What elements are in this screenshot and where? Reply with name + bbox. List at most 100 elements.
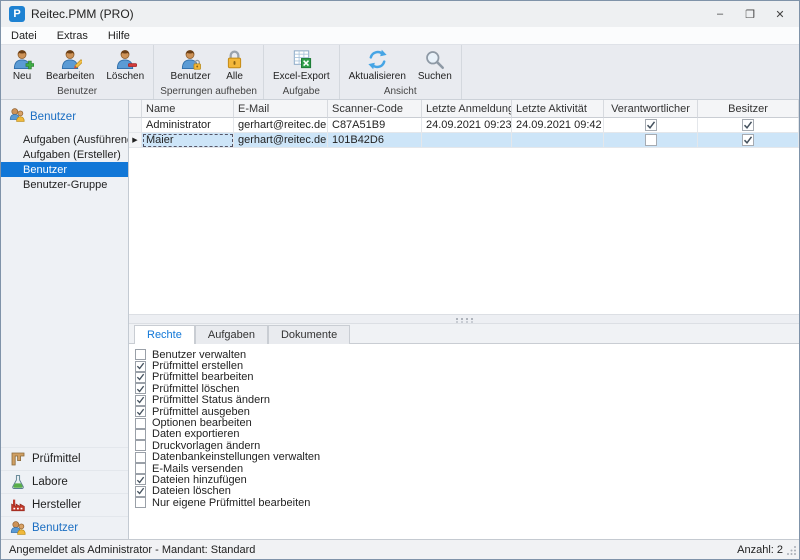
toolbar-button-suchen[interactable]: Suchen [413,46,457,83]
sidebar-item-aufgaben-ersteller[interactable]: Aufgaben (Ersteller) [1,147,128,162]
cell-scanner[interactable]: C87A51B9 [328,118,422,133]
toolbar-button-label: Bearbeiten [46,71,94,82]
window-controls: – ❐ ✕ [705,3,795,25]
factory-icon [10,497,26,513]
cell-name[interactable]: Maier [142,133,234,148]
search-icon [423,47,447,71]
permission-checkbox[interactable] [135,406,146,417]
user-unlock-icon [179,47,203,71]
sidebar-nav-benutzer[interactable]: Benutzer [1,516,128,539]
permission-checkbox[interactable] [135,497,146,508]
row-indicator: ▶ [129,133,142,148]
splitter-grip-icon [456,318,473,320]
permission-checkbox[interactable] [135,383,146,394]
sidebar-nav-label: Hersteller [32,499,81,511]
permission-checkbox[interactable] [135,395,146,406]
permission-label: Prüfmittel ausgeben [152,406,250,418]
row-indicator [129,118,142,133]
toolbar-group-caption: Benutzer [5,85,149,99]
splitter-handle[interactable] [129,314,799,324]
maximize-button[interactable]: ❐ [735,3,765,25]
sidebar-bottom-nav: Prüfmittel Labore Hersteller Benutzer [1,447,128,539]
menu-extras[interactable]: Extras [57,30,88,42]
window-title: Reitec.PMM (PRO) [31,7,134,21]
permission-label: Dateien löschen [152,485,231,497]
cell-resp [604,133,698,148]
cell-email[interactable]: gerhart@reitec.de [234,118,328,133]
sidebar-nav-hersteller[interactable]: Hersteller [1,493,128,516]
permission-item: Optionen bearbeiten [135,417,799,428]
sidebar-spacer [1,192,128,447]
toolbar-button-bearbeiten[interactable]: Bearbeiten [41,46,99,83]
permission-label: Prüfmittel erstellen [152,360,243,372]
sidebar-nav-labore[interactable]: Labore [1,470,128,493]
cell-activity[interactable] [512,133,604,148]
tab-aufgaben[interactable]: Aufgaben [195,325,268,344]
column-header-e-mail[interactable]: E-Mail [234,100,328,118]
status-bar: Angemeldet als Administrator - Mandant: … [1,539,799,559]
responsible-checkbox[interactable] [645,134,657,146]
sidebar-item-aufgaben-ausfuhrender[interactable]: Aufgaben (Ausführender) [1,132,128,147]
sidebar-nav-prufmittel[interactable]: Prüfmittel [1,447,128,470]
owner-checkbox[interactable] [742,134,754,146]
sidebar-item-benutzer[interactable]: Benutzer [1,162,128,177]
table-row[interactable]: Administratorgerhart@reitec.deC87A51B924… [129,118,799,133]
permission-checkbox[interactable] [135,452,146,463]
cell-activity[interactable]: 24.09.2021 09:42 [512,118,604,133]
sidebar-nav-label: Prüfmittel [32,453,81,465]
table-row[interactable]: ▶Maiergerhart@reitec.de101B42D6 [129,133,799,148]
app-window: P Reitec.PMM (PRO) – ❐ ✕ DateiExtrasHilf… [0,0,800,560]
permission-checkbox[interactable] [135,474,146,485]
cell-login[interactable] [422,133,512,148]
flask-icon [10,474,26,490]
sidebar-item-benutzer-gruppe[interactable]: Benutzer-Gruppe [1,177,128,192]
cell-name[interactable]: Administrator [142,118,234,133]
excel-icon [289,47,313,71]
menu-hilfe[interactable]: Hilfe [108,30,130,42]
permission-item: E-Mails versenden [135,463,799,474]
column-header-letzte-anmeldung[interactable]: Letzte Anmeldung [422,100,512,118]
main-area: Benutzer Aufgaben (Ausführender)Aufgaben… [1,100,799,539]
resize-grip-icon[interactable] [787,545,797,555]
permission-item: Dateien hinzufügen [135,474,799,485]
close-button[interactable]: ✕ [765,3,795,25]
toolbar-button-benutzer[interactable]: Benutzer [166,46,216,83]
permission-checkbox[interactable] [135,486,146,497]
tab-rechte[interactable]: Rechte [134,325,195,344]
toolbar-button-label: Suchen [418,71,452,82]
permission-checkbox[interactable] [135,372,146,383]
tab-dokumente[interactable]: Dokumente [268,325,350,344]
permission-label: Optionen bearbeiten [152,417,252,429]
permission-checkbox[interactable] [135,463,146,474]
cell-login[interactable]: 24.09.2021 09:23 [422,118,512,133]
toolbar-button-aktualisieren[interactable]: Aktualisieren [344,46,411,83]
permissions-panel: Benutzer verwaltenPrüfmittel erstellenPr… [129,344,799,539]
column-header-letzte-aktivitat[interactable]: Letzte Aktivität [512,100,604,118]
permission-checkbox[interactable] [135,418,146,429]
permission-label: Dateien hinzufügen [152,474,247,486]
users-icon [10,520,26,536]
permission-checkbox[interactable] [135,349,146,360]
toolbar-group-benutzer: Neu Bearbeiten Löschen Benutzer [1,45,154,99]
toolbar-button-excel-export[interactable]: Excel-Export [268,46,335,83]
permission-checkbox[interactable] [135,429,146,440]
cell-scanner[interactable]: 101B42D6 [328,133,422,148]
responsible-checkbox[interactable] [645,119,657,131]
column-header-name[interactable]: Name [142,100,234,118]
toolbar-button-loschen[interactable]: Löschen [101,46,149,83]
minimize-button[interactable]: – [705,3,735,25]
permission-item: Prüfmittel löschen [135,383,799,394]
status-login-info: Angemeldet als Administrator - Mandant: … [9,544,255,556]
toolbar-button-neu[interactable]: Neu [5,46,39,83]
owner-checkbox[interactable] [742,119,754,131]
permission-item: Prüfmittel bearbeiten [135,372,799,383]
toolbar-button-label: Benutzer [171,71,211,82]
cell-email[interactable]: gerhart@reitec.de [234,133,328,148]
toolbar-button-alle[interactable]: Alle [218,46,252,83]
column-header-besitzer[interactable]: Besitzer [698,100,799,118]
column-header-verantwortlicher[interactable]: Verantwortlicher [604,100,698,118]
column-header-scanner-code[interactable]: Scanner-Code [328,100,422,118]
permission-checkbox[interactable] [135,440,146,451]
menu-datei[interactable]: Datei [11,30,37,42]
permission-checkbox[interactable] [135,361,146,372]
